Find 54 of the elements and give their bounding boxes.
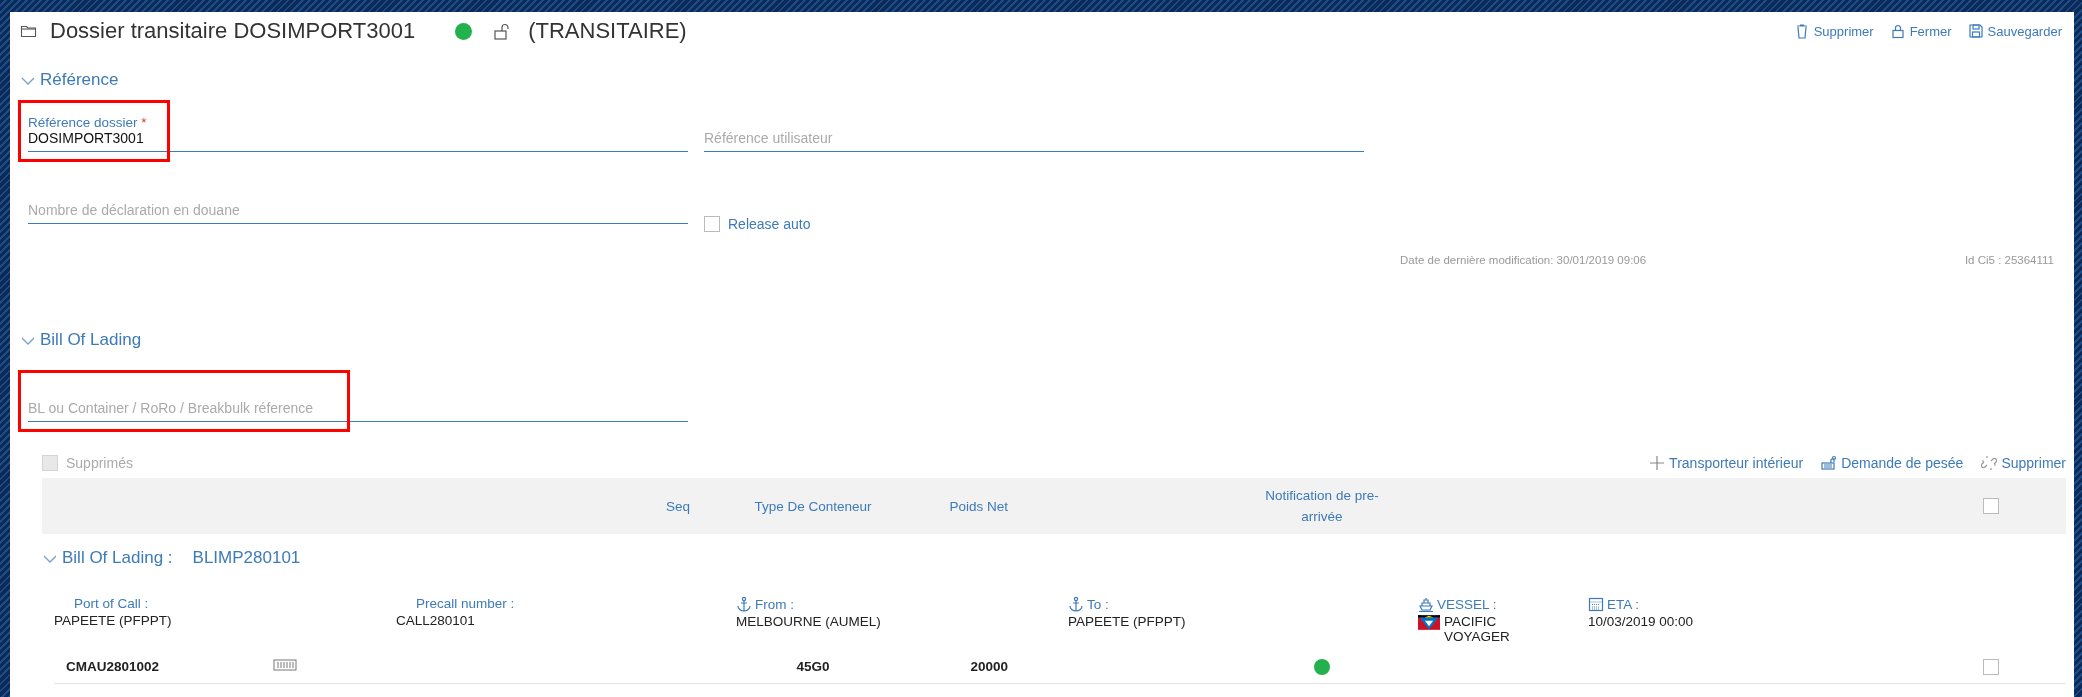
broken-link-icon — [1981, 455, 1998, 471]
column-header: Poids Net — [948, 498, 1008, 514]
save-button[interactable]: Sauvegarder — [1967, 23, 2062, 39]
column-header: Seq — [665, 498, 691, 514]
text-input[interactable]: BL ou Container / RoRo / Breakbulk réference — [28, 400, 688, 422]
plus-icon — [1649, 455, 1666, 471]
text-input[interactable]: Nombre de déclaration en douane — [28, 202, 688, 224]
column-header: Notification de pre-arrivée — [1264, 487, 1380, 526]
table-row[interactable]: CMAU2801002 45G0 20000 — [54, 650, 2066, 684]
window-title: Dossier transitaire DOSIMPORT3001 — [50, 18, 416, 44]
weighing-scale-icon — [1821, 455, 1838, 471]
checkbox[interactable] — [1983, 498, 1999, 514]
detail-label: Precall number : — [416, 596, 515, 611]
detail-value: MELBOURNE (AUMEL) — [736, 614, 881, 629]
barcode-icon — [273, 657, 297, 673]
weighing-request-button[interactable]: Demande de pesée — [1821, 455, 1964, 471]
role-label: (TRANSITAIRE) — [528, 18, 687, 44]
detail-label: Port of Call : — [74, 596, 149, 611]
delete-button[interactable]: Supprimer — [1793, 23, 1874, 39]
id-text: Id Ci5 : 25364111 — [1964, 254, 2054, 266]
release-auto-checkbox[interactable]: Release auto — [704, 216, 811, 232]
delete-button[interactable]: Supprimer — [1981, 455, 2066, 471]
close-button[interactable]: Fermer — [1889, 23, 1952, 39]
detail-label: To : — [1068, 596, 1109, 612]
padlock-icon — [1889, 23, 1906, 39]
column-header: Type De Conteneur — [753, 498, 873, 514]
section-header[interactable]: Bill Of Lading — [20, 330, 142, 350]
last-modified-text: Date de dernière modification: 30/01/2019 09:06 — [1400, 254, 1647, 266]
detail-label: ETA : — [1588, 596, 1639, 612]
container-number: CMAU2801002 — [65, 659, 161, 674]
bill-of-lading-header[interactable]: Bill Of Lading : BLIMP280101 — [42, 546, 2066, 570]
table-cell-text: 20000 — [969, 659, 1008, 674]
ship-icon — [1418, 596, 1434, 612]
detail-value: CALL280101 — [396, 613, 475, 628]
anchor-icon — [736, 596, 752, 612]
text-input[interactable]: DOSIMPORT3001 — [28, 130, 688, 152]
calendar-icon — [1588, 596, 1604, 612]
checkbox[interactable] — [1983, 658, 1999, 675]
detail-label: VESSEL : — [1418, 596, 1497, 612]
flag-icon — [1418, 615, 1440, 630]
detail-value: PAPEETE (PFPPT) — [1068, 614, 1186, 629]
detail-value: PACIFIC VOYAGER — [1444, 614, 1511, 644]
text-input[interactable]: Référence utilisateur — [704, 130, 1364, 152]
status-dot — [455, 22, 473, 40]
detail-value: PAPEETE (PFPPT) — [54, 613, 172, 628]
bill-number: BLIMP280101 — [192, 548, 301, 568]
table-cell-text: 45G0 — [795, 659, 831, 674]
add-carrier-button[interactable]: Transporteur intérieur — [1649, 455, 1804, 471]
folder-icon — [20, 23, 38, 39]
field-label: Référence dossier * — [28, 115, 147, 130]
detail-value: 10/03/2019 00:00 — [1588, 614, 1694, 629]
detail-label: From : — [736, 596, 794, 612]
section-header[interactable]: Référence — [20, 70, 119, 90]
anchor-icon — [1068, 596, 1084, 612]
